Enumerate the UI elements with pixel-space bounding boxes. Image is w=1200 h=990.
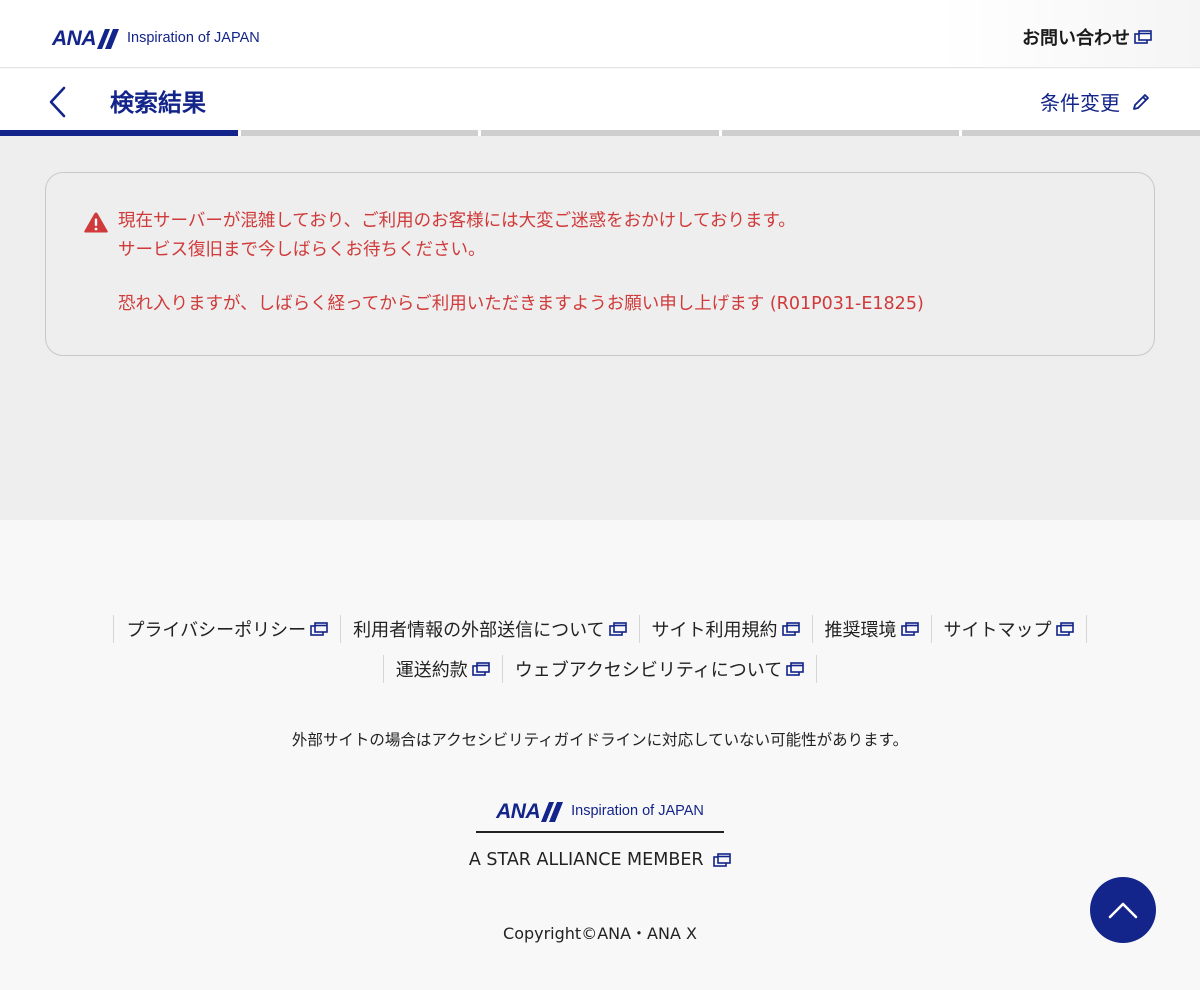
footer-link-label: 利用者情報の外部送信について <box>353 620 605 641</box>
ana-logo[interactable]: ANA Inspiration of JAPAN <box>52 28 260 49</box>
logo-wordmark: ANA <box>496 800 541 823</box>
back-to-top-button[interactable] <box>1090 877 1156 943</box>
footer-links-row-1: プライバシーポリシー 利用者情報の外部送信について サイト利用規約 推奨環境 サ… <box>0 611 1200 647</box>
external-window-icon <box>471 662 490 676</box>
footer-link-label: サイト利用規約 <box>651 620 778 641</box>
search-navbar: 検索結果 条件変更 <box>0 69 1200 137</box>
logo-wordmark: ANA <box>52 27 97 50</box>
back-chevron-icon[interactable] <box>44 85 72 119</box>
alert-line-2: サービス復旧まで今しばらくお待ちください。 <box>118 240 486 260</box>
contact-label: お問い合わせ <box>1022 28 1130 49</box>
warning-triangle-icon <box>84 212 108 233</box>
logo-tagline: Inspiration of JAPAN <box>571 803 704 820</box>
external-window-icon <box>781 622 800 636</box>
change-conditions-button[interactable]: 条件変更 <box>1040 87 1152 116</box>
page-title: 検索結果 <box>110 89 206 117</box>
footer-logo-block: ANA Inspiration of JAPAN <box>476 801 724 833</box>
site-header: ANA Inspiration of JAPAN お問い合わせ <box>0 0 1200 68</box>
pencil-icon <box>1133 93 1149 110</box>
external-window-icon <box>310 622 328 636</box>
footer-link-sitemap[interactable]: サイトマップ <box>930 615 1087 643</box>
footer-link-label: 推奨環境 <box>824 620 897 641</box>
contact-link[interactable]: お問い合わせ <box>1022 24 1152 50</box>
footer-link-label: プライバシーポリシー <box>126 620 307 641</box>
footer-link-label: ウェブアクセシビリティについて <box>514 660 783 681</box>
external-window-icon <box>608 622 627 636</box>
footer-links: プライバシーポリシー 利用者情報の外部送信について サイト利用規約 推奨環境 サ… <box>0 611 1200 691</box>
logo-divider <box>476 831 724 833</box>
star-alliance-label: A STAR ALLIANCE MEMBER <box>468 850 704 870</box>
external-window-icon <box>1055 622 1074 636</box>
external-window-icon <box>786 662 805 676</box>
footer-links-row-2: 運送約款 ウェブアクセシビリティについて <box>0 651 1200 687</box>
chevron-up-icon <box>1108 902 1138 919</box>
footer-link-external-transmission[interactable]: 利用者情報の外部送信について <box>340 615 638 643</box>
alert-line-1: 現在サーバーが混雑しており、ご利用のお客様には大変ご迷惑をおかけしております。 <box>118 211 796 231</box>
copyright: Copyright©ANA・ANA X <box>503 924 697 943</box>
accessibility-notice: 外部サイトの場合はアクセシビリティガイドラインに対応していない可能性があります。 <box>291 731 909 749</box>
external-window-icon <box>1134 30 1152 44</box>
main-content: 現在サーバーが混雑しており、ご利用のお客様には大変ご迷惑をおかけしております。 … <box>0 136 1200 520</box>
footer-link-carriage[interactable]: 運送約款 <box>382 655 502 683</box>
star-alliance-link[interactable]: A STAR ALLIANCE MEMBER <box>0 850 1200 870</box>
error-alert: 現在サーバーが混雑しており、ご利用のお客様には大変ご迷惑をおかけしております。 … <box>45 172 1155 356</box>
alert-message: 現在サーバーが混雑しており、ご利用のお客様には大変ご迷惑をおかけしております。 … <box>118 207 924 319</box>
logo-stripe-icon <box>97 28 119 49</box>
footer-link-terms[interactable]: サイト利用規約 <box>638 615 812 643</box>
external-window-icon <box>713 853 731 867</box>
logo-stripe-icon <box>541 801 564 822</box>
footer-link-environment[interactable]: 推奨環境 <box>811 615 931 643</box>
change-conditions-label: 条件変更 <box>1040 91 1120 115</box>
ana-logo-footer: ANA Inspiration of JAPAN <box>476 801 724 822</box>
alert-line-3: 恐れ入りますが、しばらく経ってからご利用いただきますようお願い申し上げます (R… <box>118 294 924 314</box>
footer-link-accessibility[interactable]: ウェブアクセシビリティについて <box>501 655 818 683</box>
external-window-icon <box>900 622 919 636</box>
logo-tagline: Inspiration of JAPAN <box>127 30 260 47</box>
footer-link-label: サイトマップ <box>943 620 1052 641</box>
footer-link-privacy[interactable]: プライバシーポリシー <box>113 615 340 643</box>
footer-link-label: 運送約款 <box>395 660 468 681</box>
